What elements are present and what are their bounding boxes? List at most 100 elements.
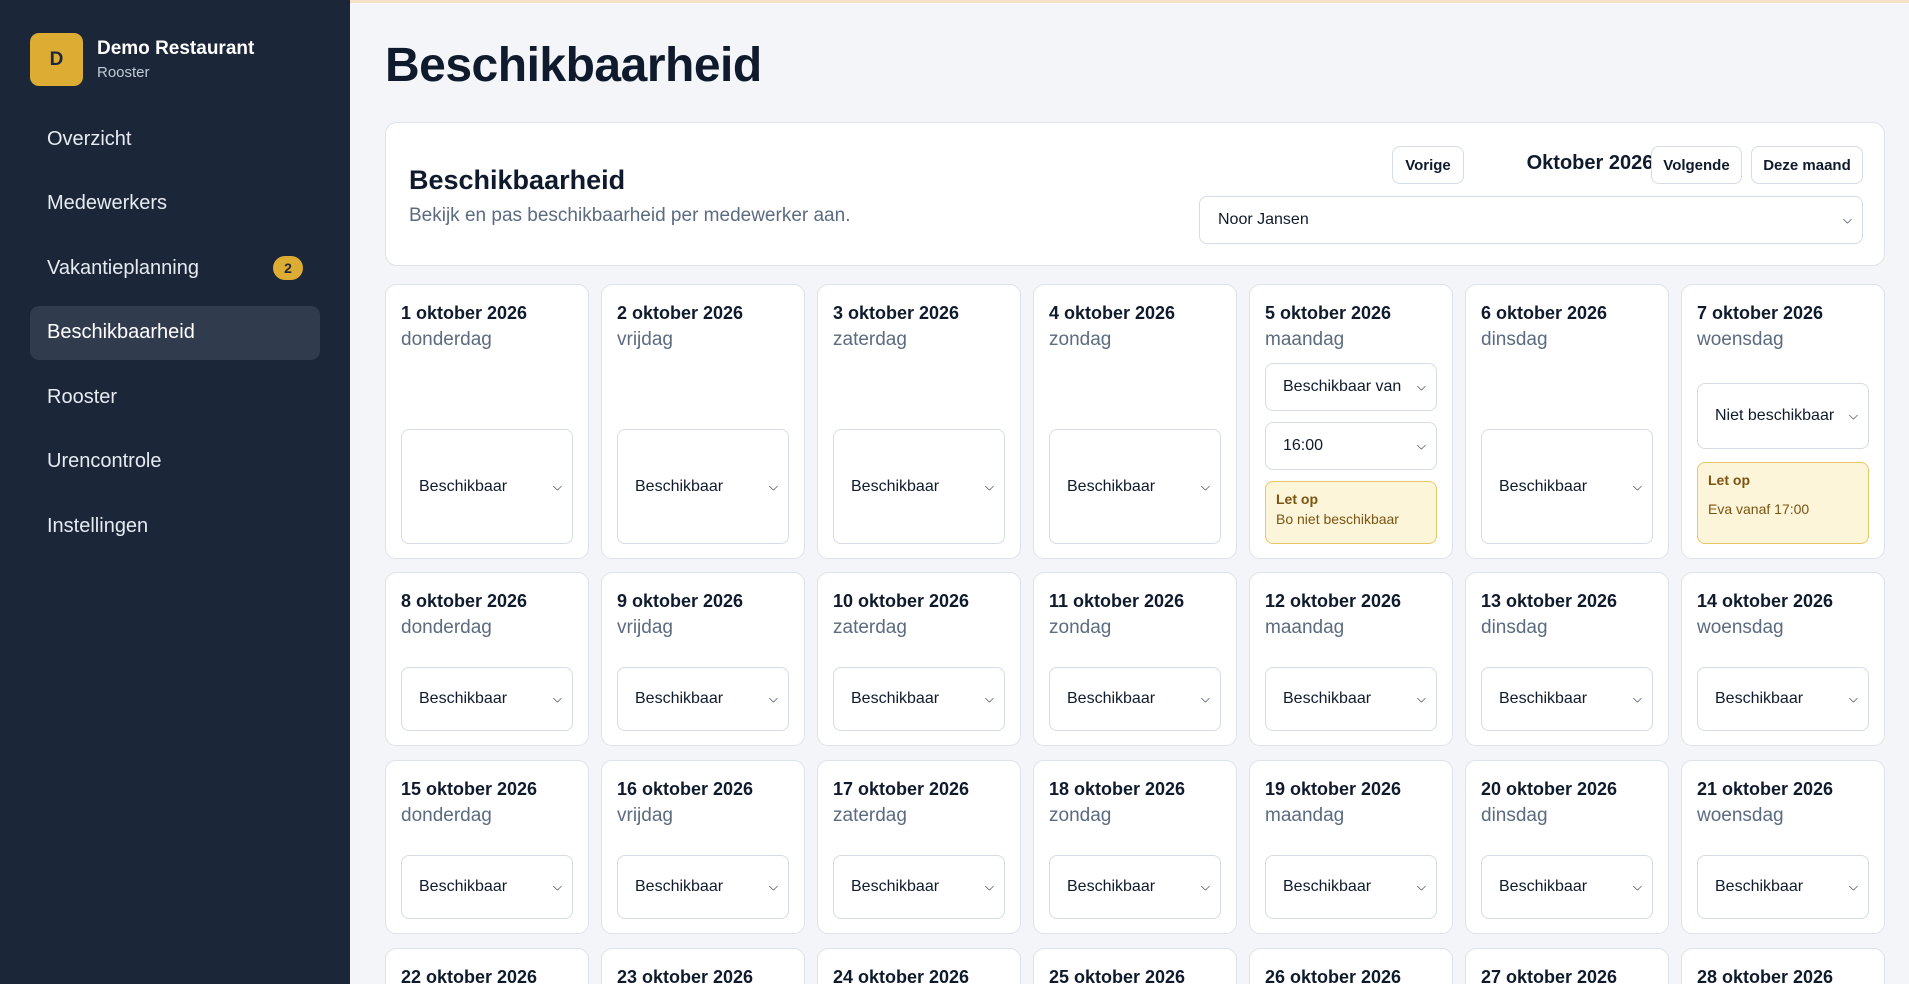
this-month-button[interactable]: Deze maand (1751, 146, 1863, 184)
availability-panel: Beschikbaarheid Bekijk en pas beschikbaa… (385, 122, 1885, 266)
warning-notice: Let op Bo niet beschikbaar (1265, 481, 1437, 544)
page-title: Beschikbaarheid (385, 39, 762, 92)
day-card: 26 oktober 2026 (1249, 948, 1453, 984)
availability-select-value: Beschikbaar (851, 477, 940, 495)
day-date: 16 oktober 2026 (617, 779, 754, 799)
availability-select-value: Beschikbaar van (1283, 378, 1402, 395)
availability-select[interactable]: Beschikbaar van ⌵ (1265, 363, 1437, 411)
availability-select-value: Beschikbaar (1715, 690, 1804, 707)
day-card: 9 oktober 2026 vrijdag Beschikbaar ⌵ (601, 572, 805, 746)
availability-select[interactable]: Beschikbaar ⌵ (1697, 667, 1869, 731)
availability-select-value: Beschikbaar (1067, 690, 1156, 707)
day-card: 11 oktober 2026 zondag Beschikbaar ⌵ (1033, 572, 1237, 746)
day-card: 27 oktober 2026 (1465, 948, 1669, 984)
sidebar-item-urencontrole[interactable]: Urencontrole (30, 435, 320, 489)
day-date: 2 oktober 2026 (617, 303, 744, 323)
availability-select[interactable]: Beschikbaar ⌵ (1265, 855, 1437, 919)
day-weekday: zaterdag (833, 617, 907, 638)
day-weekday: dinsdag (1481, 617, 1548, 638)
sidebar-item-label: Instellingen (47, 514, 149, 537)
availability-select[interactable]: Beschikbaar ⌵ (833, 667, 1005, 731)
availability-select[interactable]: Beschikbaar ⌵ (1481, 429, 1653, 544)
availability-select[interactable]: Beschikbaar ⌵ (833, 855, 1005, 919)
sidebar-item-overzicht[interactable]: Overzicht (30, 112, 320, 166)
chevron-down-icon: ⌵ (1200, 479, 1210, 493)
sidebar-item-medewerkers[interactable]: Medewerkers (30, 177, 320, 231)
availability-select[interactable]: Beschikbaar ⌵ (401, 855, 573, 919)
day-date: 25 oktober 2026 (1049, 967, 1186, 984)
availability-select[interactable]: Beschikbaar ⌵ (833, 429, 1005, 544)
chevron-down-icon: ⌵ (1848, 408, 1858, 423)
availability-select-value: Beschikbaar (1283, 690, 1372, 707)
day-weekday: woensdag (1697, 805, 1784, 826)
chevron-down-icon: ⌵ (768, 691, 778, 706)
availability-select-value: Beschikbaar (1499, 690, 1588, 707)
sidebar-item-beschikbaarheid[interactable]: Beschikbaarheid (30, 305, 320, 360)
day-weekday: zondag (1049, 805, 1112, 826)
day-card: 10 oktober 2026 zaterdag Beschikbaar ⌵ (817, 572, 1021, 746)
day-card: 25 oktober 2026 (1033, 948, 1237, 984)
day-weekday: zaterdag (833, 805, 907, 826)
day-date: 6 oktober 2026 (1481, 303, 1608, 323)
sidebar-item-label: Beschikbaarheid (47, 321, 195, 343)
day-card: 16 oktober 2026 vrijdag Beschikbaar ⌵ (601, 760, 805, 934)
sidebar-item-rooster[interactable]: Rooster (30, 370, 320, 424)
chevron-down-icon: ⌵ (1200, 691, 1210, 706)
day-date: 7 oktober 2026 (1697, 303, 1824, 323)
chevron-down-icon: ⌵ (552, 479, 562, 493)
next-button[interactable]: Volgende (1651, 146, 1742, 184)
day-card: 23 oktober 2026 (601, 948, 805, 984)
day-date: 9 oktober 2026 (617, 591, 744, 611)
sidebar-item-vakantieplanning[interactable]: Vakantieplanning 2 (30, 241, 320, 295)
availability-select[interactable]: Beschikbaar ⌵ (401, 667, 573, 731)
day-date: 3 oktober 2026 (833, 303, 960, 323)
day-card: 8 oktober 2026 donderdag Beschikbaar ⌵ (385, 572, 589, 746)
day-card: 5 oktober 2026 maandag Beschikbaar van ⌵ … (1249, 284, 1453, 559)
day-date: 10 oktober 2026 (833, 591, 970, 611)
brand-text: Demo Restaurant Rooster (97, 38, 254, 81)
availability-select[interactable]: Beschikbaar ⌵ (1049, 429, 1221, 544)
availability-select-value: Beschikbaar (419, 690, 508, 707)
chevron-down-icon: ⌵ (768, 479, 778, 493)
availability-select-value: Beschikbaar (1499, 878, 1588, 895)
sidebar-item-instellingen[interactable]: Instellingen (30, 499, 320, 553)
availability-select-value: Beschikbaar (419, 878, 508, 895)
previous-button[interactable]: Vorige (1392, 146, 1464, 184)
warning-text: Eva vanaf 17:00 (1708, 501, 1810, 517)
brand[interactable]: D Demo Restaurant Rooster (30, 33, 254, 86)
availability-select[interactable]: Niet beschikbaar ⌵ (1697, 383, 1869, 449)
employee-select[interactable]: Noor Jansen ⌵ (1199, 196, 1863, 244)
day-date: 4 oktober 2026 (1049, 303, 1176, 323)
availability-select[interactable]: Beschikbaar ⌵ (1481, 855, 1653, 919)
availability-select[interactable]: Beschikbaar ⌵ (1049, 667, 1221, 731)
availability-select[interactable]: Beschikbaar ⌵ (617, 855, 789, 919)
day-card: 4 oktober 2026 zondag Beschikbaar ⌵ (1033, 284, 1237, 559)
availability-select[interactable]: Beschikbaar ⌵ (401, 429, 573, 544)
chevron-down-icon: ⌵ (1632, 691, 1642, 706)
sidebar-nav: Overzicht Medewerkers Vakantieplanning 2 … (30, 112, 320, 564)
warning-text: Bo niet beschikbaar (1276, 511, 1399, 527)
availability-select-value: Beschikbaar (1499, 477, 1588, 495)
chevron-down-icon: ⌵ (1416, 438, 1426, 453)
day-card: 22 oktober 2026 (385, 948, 589, 984)
availability-select[interactable]: Beschikbaar ⌵ (617, 429, 789, 544)
availability-select[interactable]: Beschikbaar ⌵ (1049, 855, 1221, 919)
day-date: 8 oktober 2026 (401, 591, 528, 611)
availability-select[interactable]: Beschikbaar ⌵ (617, 667, 789, 731)
day-weekday: vrijdag (617, 805, 673, 826)
day-card: 14 oktober 2026 woensdag Beschikbaar ⌵ (1681, 572, 1885, 746)
availability-select-value: Beschikbaar (1067, 477, 1156, 495)
time-select[interactable]: 16:00 ⌵ (1265, 422, 1437, 470)
brand-name: Demo Restaurant (97, 38, 255, 59)
availability-select-value: Niet beschikbaar (1715, 407, 1835, 424)
availability-select-value: Beschikbaar (635, 690, 724, 707)
availability-select[interactable]: Beschikbaar ⌵ (1481, 667, 1653, 731)
employee-select-value: Noor Jansen (1218, 211, 1309, 228)
availability-select[interactable]: Beschikbaar ⌵ (1265, 667, 1437, 731)
chevron-down-icon: ⌵ (1848, 691, 1858, 706)
day-weekday: zondag (1049, 329, 1112, 350)
availability-select[interactable]: Beschikbaar ⌵ (1697, 855, 1869, 919)
chevron-down-icon: ⌵ (1416, 379, 1426, 394)
main-content: Beschikbaarheid Beschikbaarheid Bekijk e… (350, 0, 1909, 984)
day-date: 20 oktober 2026 (1481, 779, 1618, 799)
